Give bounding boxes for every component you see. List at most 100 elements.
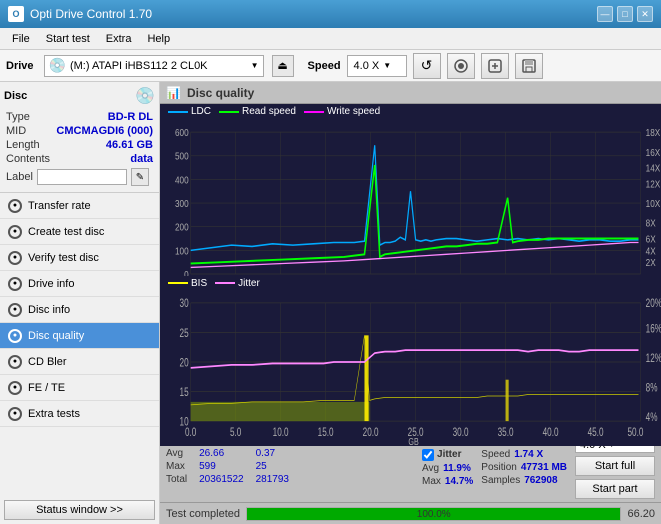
label-input[interactable] bbox=[37, 169, 127, 185]
sidebar-item-cd-bler[interactable]: ● CD Bler bbox=[0, 349, 159, 375]
drive-label: Drive bbox=[6, 60, 34, 72]
start-full-button[interactable]: Start full bbox=[575, 456, 655, 476]
sidebar-item-label-transfer-rate: Transfer rate bbox=[28, 200, 91, 212]
toolbar-btn-save[interactable] bbox=[515, 53, 543, 79]
disc-icon: 💿 bbox=[135, 86, 155, 106]
svg-text:300: 300 bbox=[175, 197, 189, 209]
type-value: BD-R DL bbox=[108, 111, 153, 123]
svg-text:0.0: 0.0 bbox=[185, 426, 197, 439]
titlebar-left: O Opti Drive Control 1.70 bbox=[8, 6, 152, 22]
sidebar-item-extra-tests[interactable]: ●Extra tests bbox=[0, 401, 159, 427]
svg-text:10.0: 10.0 bbox=[273, 426, 289, 439]
window-controls: — □ ✕ bbox=[597, 6, 653, 22]
svg-text:5.0: 5.0 bbox=[230, 426, 242, 439]
ldc-label: LDC bbox=[191, 106, 211, 117]
top-chart-legend: LDC Read speed Write speed bbox=[160, 104, 661, 119]
samples-key: Samples bbox=[481, 475, 520, 486]
type-label: Type bbox=[6, 111, 30, 123]
legend-readspeed: Read speed bbox=[219, 106, 296, 117]
total-ldc: 20361522 bbox=[193, 473, 250, 486]
top-chart-area: LDC Read speed Write speed bbox=[160, 104, 661, 276]
menu-help[interactable]: Help bbox=[139, 31, 178, 47]
svg-text:16%: 16% bbox=[646, 323, 661, 336]
menu-extra[interactable]: Extra bbox=[98, 31, 140, 47]
toolbar-btn-2[interactable] bbox=[447, 53, 475, 79]
maximize-button[interactable]: □ bbox=[617, 6, 633, 22]
speed-key: Speed bbox=[481, 449, 510, 460]
svg-text:18X: 18X bbox=[646, 126, 661, 138]
sidebar-item-disc-quality[interactable]: ●Disc quality bbox=[0, 323, 159, 349]
svg-text:15.0: 15.0 bbox=[318, 426, 334, 439]
sidebar-item-label-create-test-disc: Create test disc bbox=[28, 226, 104, 238]
ldc-color bbox=[168, 111, 188, 113]
sidebar-item-label-cd-bler: CD Bler bbox=[28, 356, 67, 368]
sidebar-item-label-verify-test-disc: Verify test disc bbox=[28, 252, 99, 264]
bis-color bbox=[168, 282, 188, 284]
speed-selector[interactable]: 4.0 X ▼ bbox=[347, 55, 407, 77]
svg-text:100: 100 bbox=[175, 244, 189, 256]
sidebar-item-fe-te[interactable]: ●FE / TE bbox=[0, 375, 159, 401]
drive-info-icon: ● bbox=[8, 277, 22, 291]
stats-max-row: Max 599 25 bbox=[166, 460, 295, 473]
toolbar-btn-3[interactable] bbox=[481, 53, 509, 79]
chart-title: Disc quality bbox=[187, 86, 254, 100]
mid-value: CMCMAGDI6 (000) bbox=[56, 125, 153, 137]
drive-value: (M:) ATAPI iHBS112 2 CL0K bbox=[70, 60, 247, 72]
sidebar-item-drive-info[interactable]: ●Drive info bbox=[0, 271, 159, 297]
sidebar-item-label-disc-info: Disc info bbox=[28, 304, 70, 316]
disc-info-icon: ● bbox=[8, 303, 22, 317]
minimize-button[interactable]: — bbox=[597, 6, 613, 22]
eject-button[interactable]: ⏏ bbox=[272, 55, 294, 77]
position-val: 47731 MB bbox=[521, 462, 567, 473]
jitter-avg-row: Avg 11.9% bbox=[422, 463, 473, 474]
speed-label: Speed bbox=[308, 60, 341, 72]
fe-te-icon: ● bbox=[8, 381, 22, 395]
sidebar-item-label-extra-tests: Extra tests bbox=[28, 408, 80, 420]
sidebar-item-transfer-rate[interactable]: ●Transfer rate bbox=[0, 193, 159, 219]
disc-header: Disc 💿 bbox=[4, 86, 155, 106]
svg-text:8%: 8% bbox=[646, 382, 658, 395]
svg-text:50.0: 50.0 bbox=[627, 426, 643, 439]
chart-icon: 📊 bbox=[166, 86, 181, 100]
toolbar-btn-1[interactable]: ↺ bbox=[413, 53, 441, 79]
disc-mid-row: MID CMCMAGDI6 (000) bbox=[4, 124, 155, 138]
start-part-button[interactable]: Start part bbox=[575, 479, 655, 499]
svg-text:20.0: 20.0 bbox=[363, 426, 379, 439]
speed-dropdown-arrow: ▼ bbox=[383, 61, 391, 70]
drive-selector[interactable]: 💿 (M:) ATAPI iHBS112 2 CL0K ▼ bbox=[44, 55, 264, 77]
cd-bler-icon: ● bbox=[8, 355, 22, 369]
disc-title: Disc bbox=[4, 90, 27, 102]
drivebar: Drive 💿 (M:) ATAPI iHBS112 2 CL0K ▼ ⏏ Sp… bbox=[0, 50, 661, 82]
drive-dropdown-arrow: ▼ bbox=[251, 61, 259, 70]
writespeed-color bbox=[304, 111, 324, 113]
disc-quality-icon: ● bbox=[8, 329, 22, 343]
status-text: Test completed bbox=[166, 508, 240, 520]
menu-file[interactable]: File bbox=[4, 31, 38, 47]
length-label: Length bbox=[6, 139, 40, 151]
svg-text:40.0: 40.0 bbox=[543, 426, 559, 439]
jitter-checkbox[interactable] bbox=[422, 449, 434, 461]
svg-text:30: 30 bbox=[180, 298, 189, 311]
sidebar-item-disc-info[interactable]: ● Disc info bbox=[0, 297, 159, 323]
avg-ldc: 26.66 bbox=[193, 447, 250, 460]
close-button[interactable]: ✕ bbox=[637, 6, 653, 22]
label-edit-button[interactable]: ✎ bbox=[131, 168, 149, 186]
progress-right-value: 66.20 bbox=[627, 508, 655, 520]
main-layout: Disc 💿 Type BD-R DL MID CMCMAGDI6 (000) … bbox=[0, 82, 661, 524]
jitter-max-row: Max 14.7% bbox=[422, 476, 473, 487]
disc-label-row: Label ✎ bbox=[4, 166, 155, 188]
sidebar-item-create-test-disc[interactable]: ●Create test disc bbox=[0, 219, 159, 245]
position-row: Position 47731 MB bbox=[481, 462, 567, 473]
app-icon: O bbox=[8, 6, 24, 22]
max-label-j: Max bbox=[422, 476, 441, 487]
label-label: Label bbox=[6, 171, 33, 183]
contents-label: Contents bbox=[6, 153, 50, 165]
menu-starttest[interactable]: Start test bbox=[38, 31, 98, 47]
total-bis: 281793 bbox=[250, 473, 295, 486]
jitter-avg-val: 11.9% bbox=[443, 463, 471, 474]
status-window-button[interactable]: Status window >> bbox=[4, 500, 155, 520]
sidebar-item-verify-test-disc[interactable]: ●Verify test disc bbox=[0, 245, 159, 271]
max-bis: 25 bbox=[250, 460, 295, 473]
disc-panel: Disc 💿 Type BD-R DL MID CMCMAGDI6 (000) … bbox=[0, 82, 159, 193]
disc-length-row: Length 46.61 GB bbox=[4, 138, 155, 152]
